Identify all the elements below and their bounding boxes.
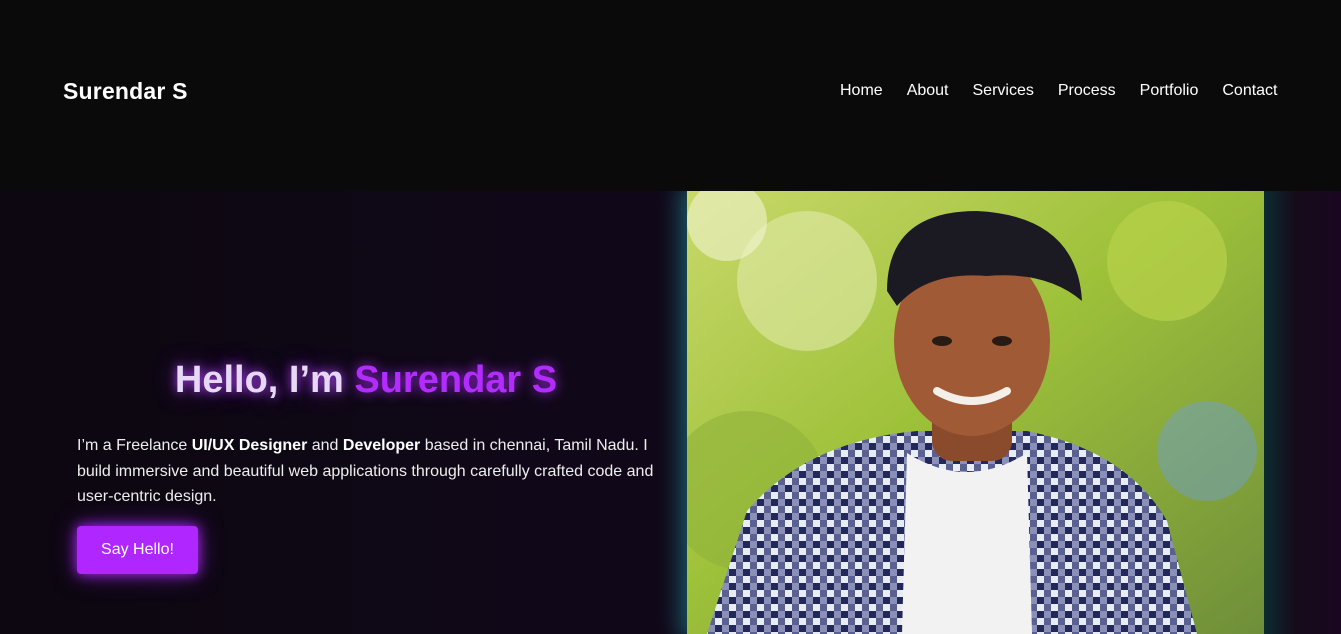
right-glow-edge: [1264, 191, 1341, 634]
hero-name: Surendar S: [354, 359, 558, 401]
hero-title: Hello, I’m Surendar S: [0, 359, 732, 402]
nav-process[interactable]: Process: [1058, 82, 1116, 100]
say-hello-button[interactable]: Say Hello!: [77, 526, 198, 574]
hero-bio: I’m a Freelance UI/UX Designer and Devel…: [77, 433, 667, 510]
profile-photo: [687, 191, 1264, 634]
hero-greeting: Hello, I’m: [174, 359, 355, 401]
brand-logo[interactable]: Surendar S: [63, 78, 188, 105]
main-nav: Home About Services Process Portfolio Co…: [840, 82, 1278, 100]
nav-contact[interactable]: Contact: [1222, 82, 1277, 100]
nav-about[interactable]: About: [907, 82, 949, 100]
bio-text-2: and: [307, 437, 343, 454]
nav-portfolio[interactable]: Portfolio: [1140, 82, 1199, 100]
nav-services[interactable]: Services: [973, 82, 1034, 100]
hero-section: Hello, I’m Surendar S I’m a Freelance UI…: [0, 191, 1341, 634]
nav-home[interactable]: Home: [840, 82, 883, 100]
portrait-photo-icon: [687, 191, 1264, 634]
bio-role-developer: Developer: [342, 437, 421, 454]
bio-role-designer: UI/UX Designer: [191, 437, 308, 454]
site-header: Surendar S Home About Services Process P…: [0, 0, 1341, 191]
bio-text-1: I’m a Freelance: [77, 437, 192, 454]
